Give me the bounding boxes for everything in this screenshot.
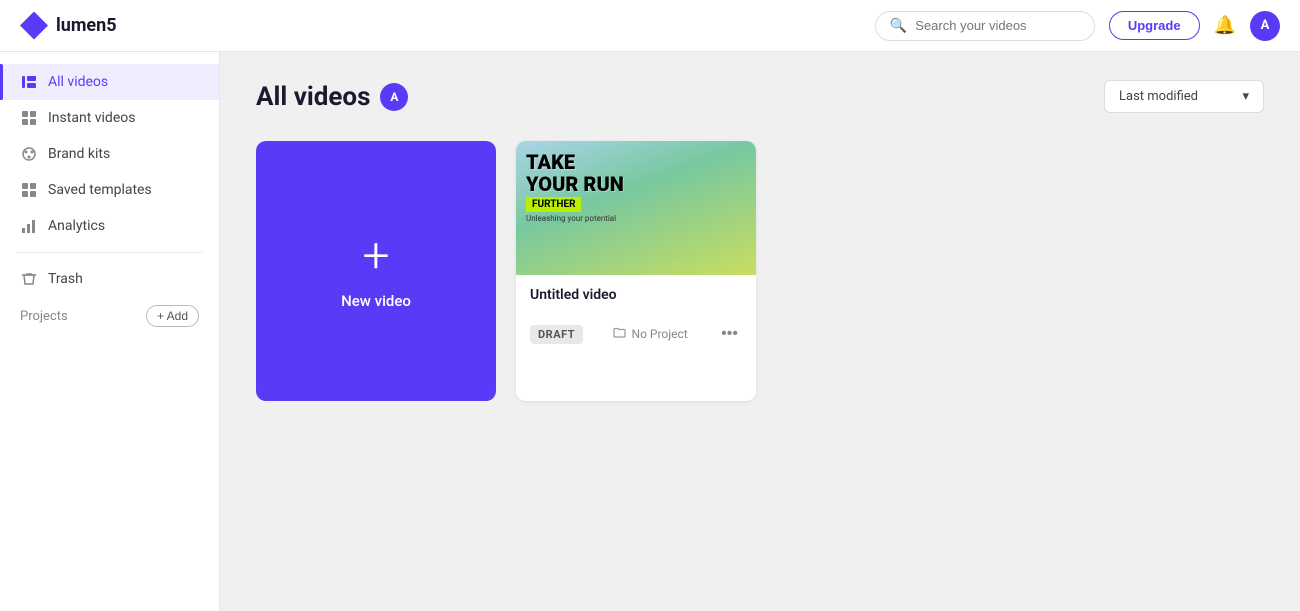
sidebar-item-instant-videos[interactable]: Instant videos [0,100,219,136]
title-row: All videos A [256,82,408,112]
thumbnail-line-3: FURTHER [526,197,581,212]
video-card-body: Untitled video [516,275,756,323]
sidebar-item-brand-kits[interactable]: Brand kits [0,136,219,172]
content-header: All videos A Last modified ▾ [256,80,1264,113]
sidebar-item-analytics[interactable]: Analytics [0,208,219,244]
sidebar: All videos Instant videos [0,52,220,611]
sidebar-label-trash: Trash [48,271,83,287]
new-video-label: New video [341,292,411,310]
user-avatar: A [380,83,408,111]
bell-icon: 🔔 [1214,15,1236,36]
video-thumbnail: TAKE YOUR RUN FURTHER Unleashing your po… [516,141,756,275]
folder-icon [613,326,626,342]
search-bar[interactable]: 🔍 [875,11,1095,41]
sidebar-label-saved-templates: Saved templates [48,182,152,198]
sort-label: Last modified [1119,89,1198,104]
instant-icon [20,110,38,126]
video-title: Untitled video [530,287,742,303]
plus-icon: + [362,232,389,280]
logo[interactable]: lumen5 [20,12,117,40]
sidebar-divider [16,252,203,253]
play-icon [20,74,38,90]
project-label: No Project [613,326,688,342]
sidebar-label-brand-kits: Brand kits [48,146,110,162]
search-input[interactable] [915,18,1080,33]
sort-dropdown[interactable]: Last modified ▾ [1104,80,1264,113]
thumbnail-background: TAKE YOUR RUN FURTHER Unleashing your po… [516,141,756,275]
sidebar-label-all-videos: All videos [48,74,108,90]
topnav: lumen5 🔍 Upgrade 🔔 A [0,0,1300,52]
sidebar-label-instant-videos: Instant videos [48,110,135,126]
projects-label: Projects [20,309,68,324]
projects-header: Projects + Add [0,297,219,335]
project-name: No Project [632,327,688,341]
upgrade-button[interactable]: Upgrade [1109,11,1200,40]
video-card[interactable]: TAKE YOUR RUN FURTHER Unleashing your po… [516,141,756,401]
thumbnail-overlay: TAKE YOUR RUN FURTHER Unleashing your po… [516,141,756,275]
search-icon: 🔍 [890,18,907,34]
page-title: All videos [256,82,370,112]
trash-icon [20,271,38,287]
thumbnail-line-2: YOUR RUN [526,173,746,195]
content-area: All videos A Last modified ▾ + New video… [220,52,1300,611]
sidebar-item-saved-templates[interactable]: Saved templates [0,172,219,208]
thumbnail-line-1: TAKE [526,151,746,173]
status-badge: DRAFT [530,325,583,344]
analytics-icon [20,218,38,234]
video-grid: + New video TAKE YOUR RUN FURTHER Unleas… [256,141,1264,401]
chevron-down-icon: ▾ [1242,89,1249,104]
template-icon [20,182,38,198]
avatar[interactable]: A [1250,11,1280,41]
more-options-button[interactable]: ••• [717,323,742,345]
sidebar-label-analytics: Analytics [48,218,105,234]
palette-icon [20,146,38,162]
logo-text: lumen5 [56,15,117,36]
sidebar-item-all-videos[interactable]: All videos [0,64,219,100]
main-layout: All videos Instant videos [0,52,1300,611]
sidebar-item-trash[interactable]: Trash [0,261,219,297]
thumbnail-subtext: Unleashing your potential [526,214,746,223]
topnav-right: 🔍 Upgrade 🔔 A [875,11,1280,41]
video-card-footer: DRAFT No Project ••• [516,323,756,357]
add-project-button[interactable]: + Add [146,305,199,327]
new-video-card[interactable]: + New video [256,141,496,401]
logo-icon [20,12,48,40]
notifications-button[interactable]: 🔔 [1214,15,1236,36]
